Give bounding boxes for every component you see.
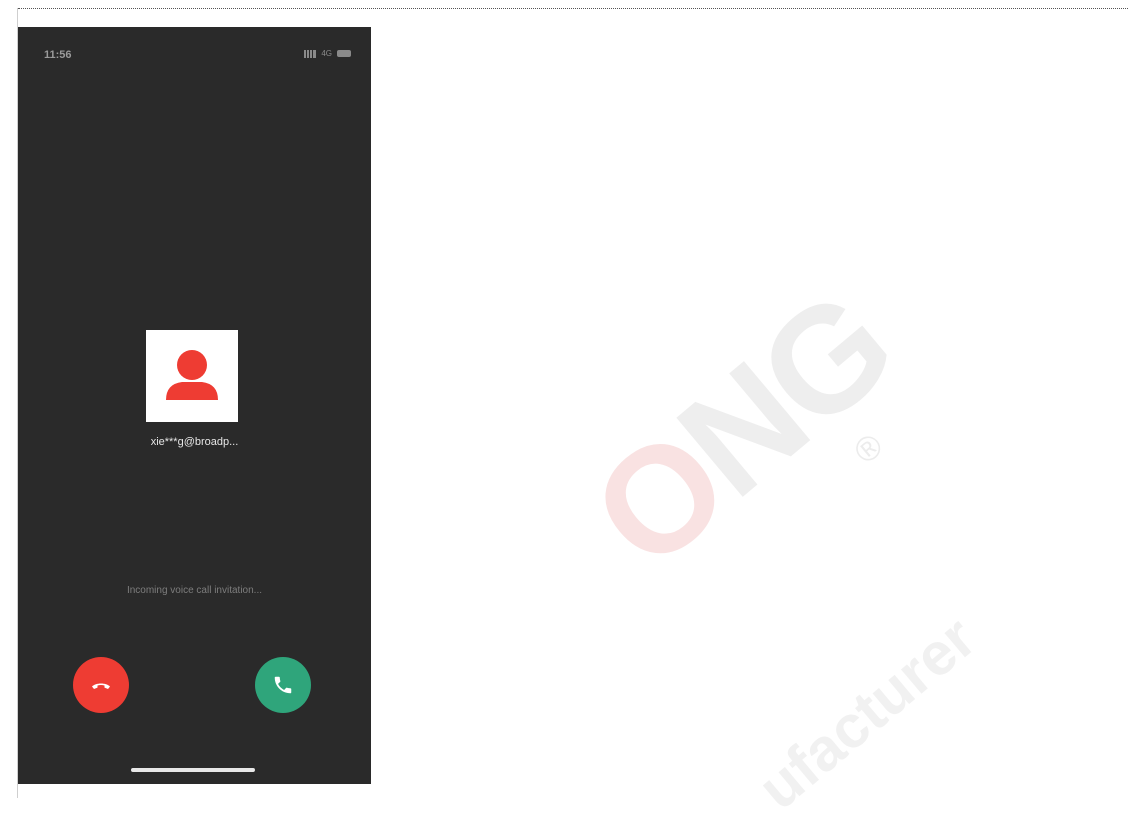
call-status: Incoming voice call invitation... xyxy=(126,585,263,596)
watermark-text: ufacturer xyxy=(745,603,988,823)
network-label: 4G xyxy=(321,49,332,58)
battery-icon xyxy=(337,50,351,57)
decline-button[interactable] xyxy=(73,657,129,713)
phone-screen: 11:56 4G xie***g@broadp... Incoming voic… xyxy=(18,27,371,784)
status-icons: 4G xyxy=(304,49,351,58)
hang-up-icon xyxy=(92,683,110,689)
phone-icon xyxy=(274,676,292,694)
logo-watermark: ONG xyxy=(561,259,922,601)
accept-button[interactable] xyxy=(255,657,311,713)
caller-name: xie***g@broadp... xyxy=(150,436,239,448)
status-time: 11:56 xyxy=(44,49,72,61)
home-indicator[interactable] xyxy=(131,768,255,772)
user-icon xyxy=(166,350,218,400)
signal-icon xyxy=(304,49,317,58)
caller-avatar xyxy=(146,330,238,422)
top-border xyxy=(18,8,1128,9)
